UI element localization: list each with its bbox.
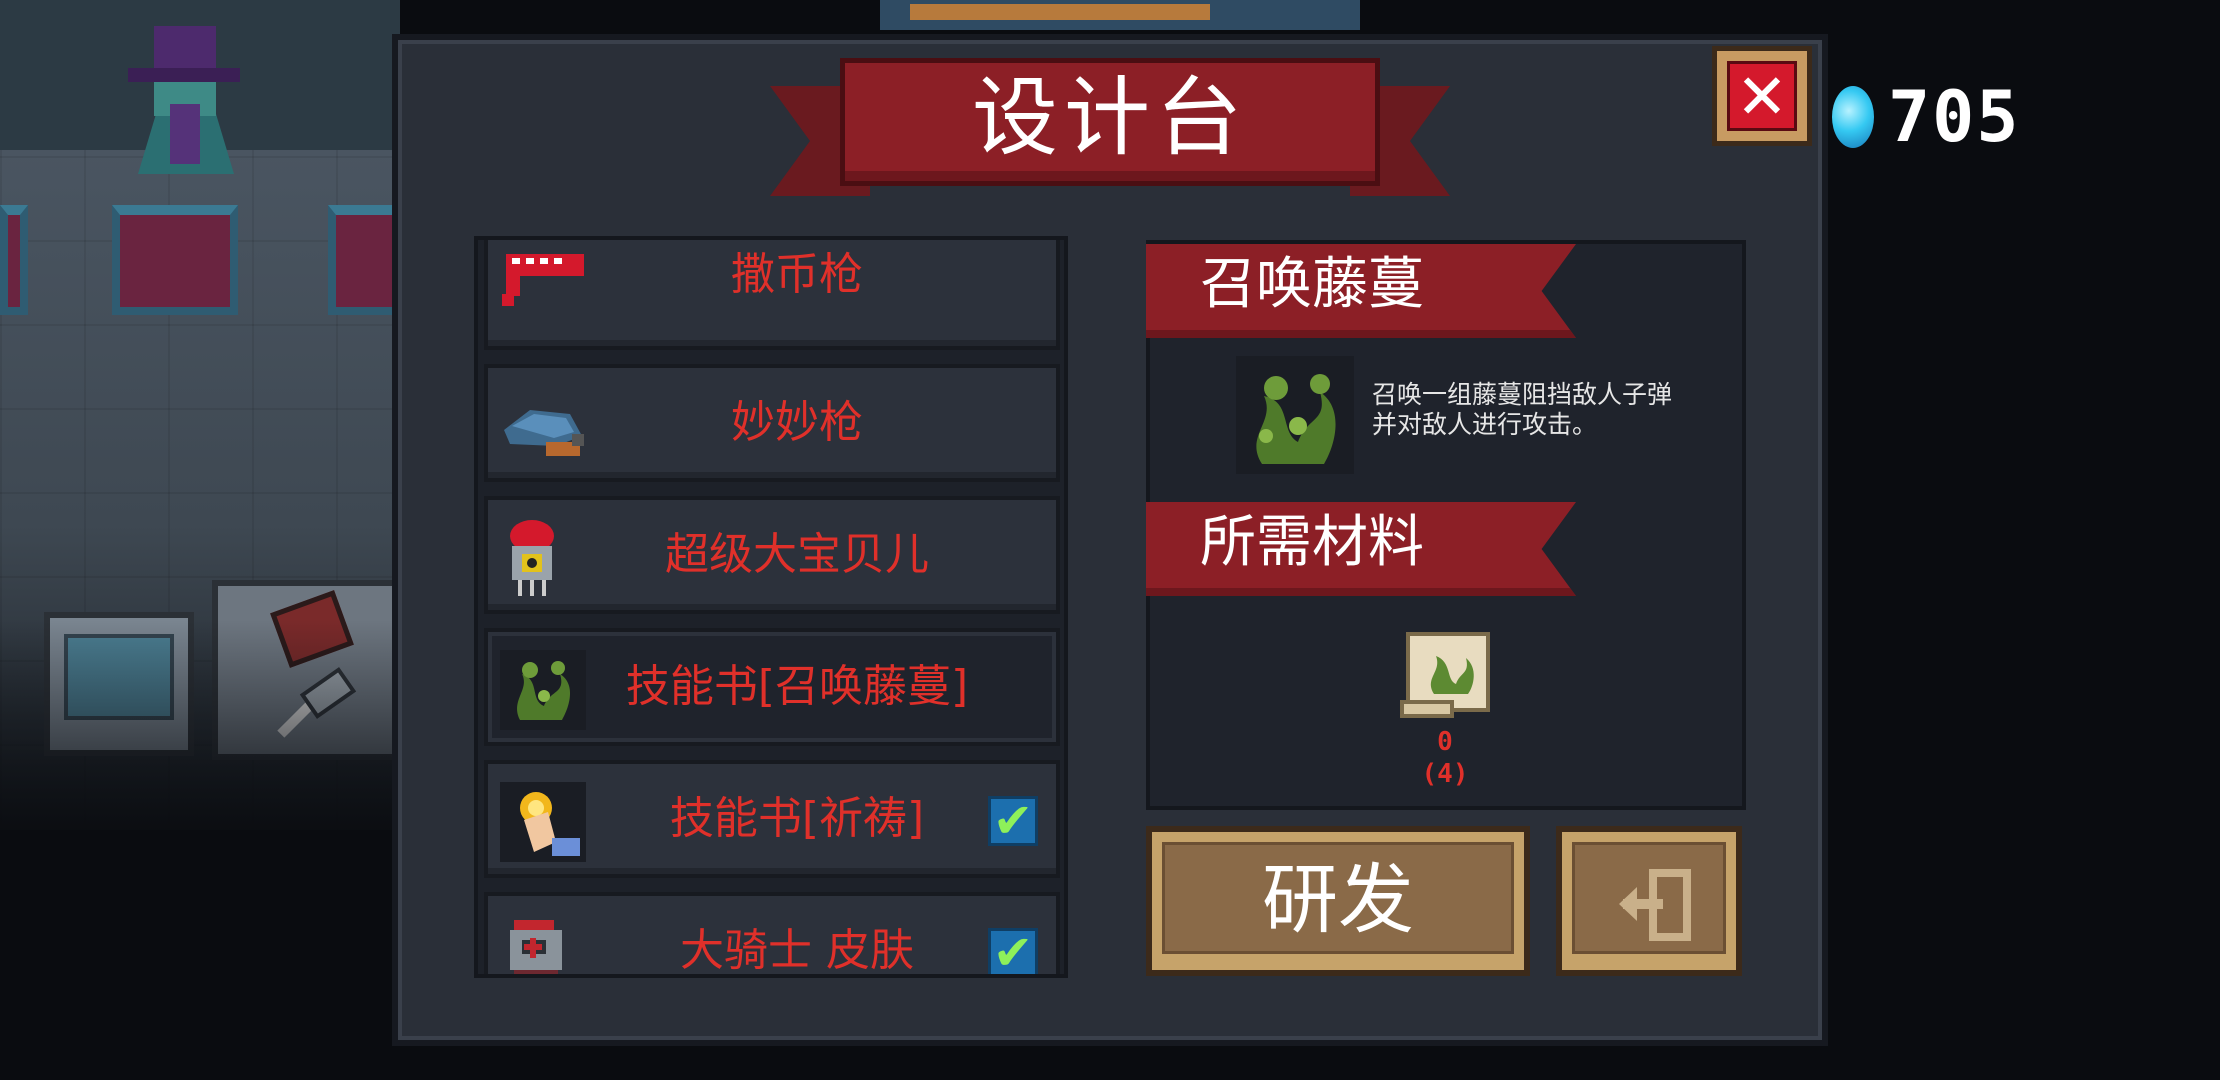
coin-gun-icon (502, 254, 584, 306)
item-label: 技能书[祈祷] (669, 793, 925, 844)
super-baby-icon (510, 520, 554, 596)
seat (328, 205, 400, 315)
title-banner: 设计台 (770, 56, 1450, 206)
research-button[interactable]: 研发 (1146, 826, 1530, 976)
floor-shadow (0, 620, 400, 850)
seat (112, 205, 238, 315)
exit-button-face (1572, 842, 1726, 954)
gem-icon (1832, 86, 1874, 148)
close-button[interactable]: ✕ (1712, 46, 1812, 146)
list-item[interactable]: 技能书[祈祷] ✔ (484, 760, 1060, 878)
skill-description: 召唤一组藤蔓阻挡敌人子弹 并对敌人进行攻击。 (1372, 380, 1712, 440)
material-need: (4) (1421, 759, 1469, 789)
item-label: 超级大宝贝儿 (665, 529, 929, 580)
wizard-npc[interactable] (120, 20, 250, 174)
npc-beard (170, 104, 200, 164)
list-item[interactable]: 超级大宝贝儿 (484, 496, 1060, 614)
material-count: 0 (4) (1400, 726, 1490, 790)
knight-skin-icon (510, 920, 562, 974)
seat (0, 205, 28, 315)
material-have: 0 (1437, 727, 1453, 757)
exit-button[interactable] (1556, 826, 1742, 976)
magic-gun-icon (504, 410, 584, 456)
item-label: 妙妙枪 (731, 397, 863, 448)
vine-skillbook-icon (500, 650, 586, 730)
npc-hat (154, 26, 216, 72)
close-icon: ✕ (1727, 61, 1797, 131)
vine-skill-icon (1236, 356, 1354, 474)
research-button-label: 研发 (1162, 842, 1514, 954)
skill-description-line: 召唤一组藤蔓阻挡敌人子弹 (1372, 380, 1673, 409)
dialog-title: 设计台 (972, 68, 1248, 168)
list-item[interactable]: 妙妙枪 (484, 364, 1060, 482)
npc-hat-brim (128, 68, 240, 82)
exit-icon (1619, 869, 1691, 941)
unlocked-check-icon: ✔ (988, 796, 1038, 846)
corridor-bar (910, 4, 1210, 20)
item-label: 撒币枪 (731, 249, 863, 300)
vine-scroll-icon (1400, 632, 1490, 718)
prayer-skillbook-icon (500, 782, 586, 862)
list-item-selected[interactable]: 技能书[召唤藤蔓] (484, 628, 1060, 746)
list-item[interactable]: 大骑士 皮肤 ✔ (484, 892, 1060, 976)
item-label: 大骑士 皮肤 (680, 925, 914, 976)
unlocked-check-icon: ✔ (988, 928, 1038, 974)
item-label: 技能书[召唤藤蔓] (625, 661, 969, 712)
list-item[interactable]: 撒币枪 (484, 240, 1060, 350)
blueprint-list[interactable]: 撒币枪 妙妙枪 超级大宝贝儿 技能书[召唤藤蔓] 技能书[祈祷] ✔ 大骑士 皮… (474, 236, 1068, 978)
materials-header: 所需材料 (1200, 510, 1424, 575)
skill-description-line: 并对敌人进行攻击。 (1372, 410, 1598, 439)
corridor-prop (880, 0, 1360, 30)
gem-count: 705 (1888, 76, 2021, 158)
skill-name: 召唤藤蔓 (1200, 252, 1424, 317)
